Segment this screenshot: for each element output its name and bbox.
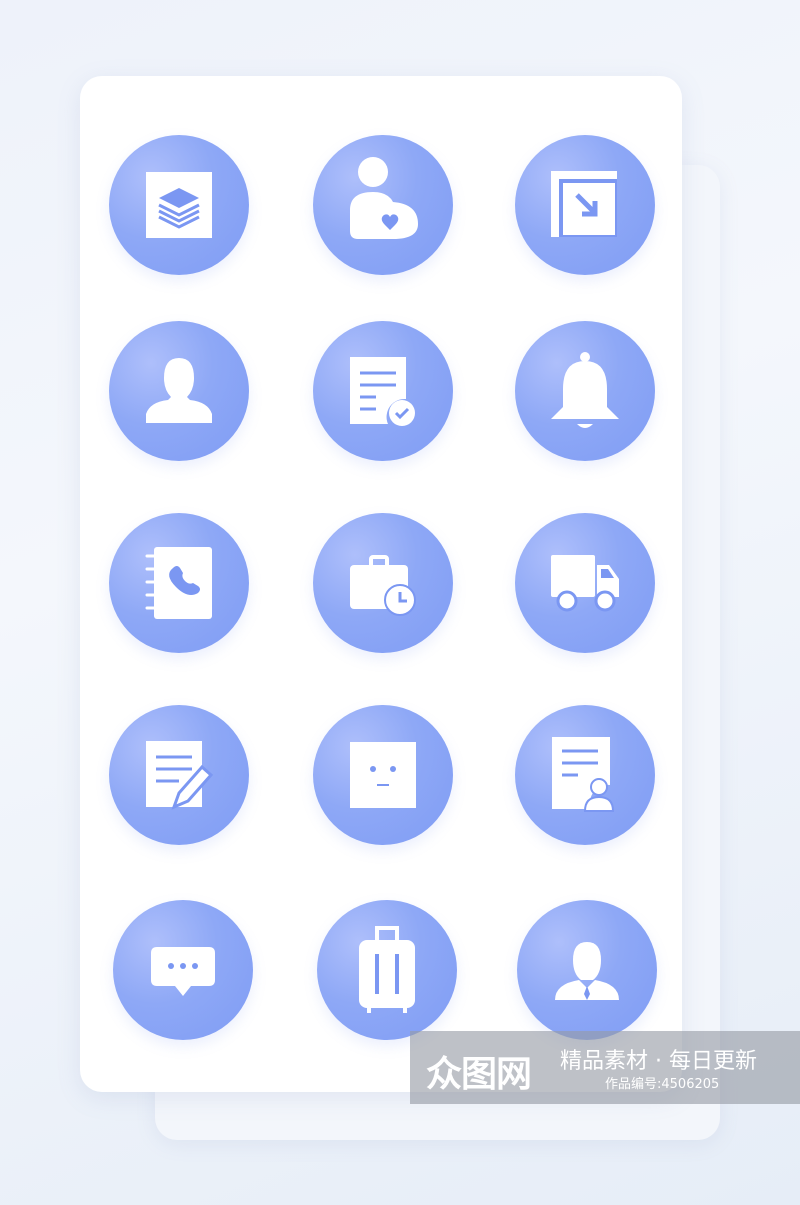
layers-icon-button[interactable] [109, 135, 249, 275]
user-icon-button[interactable] [109, 321, 249, 461]
luggage-icon [359, 926, 415, 1013]
briefcase-clock-icon-button[interactable] [313, 513, 453, 653]
note-edit-icon-button[interactable] [109, 705, 249, 845]
watermark: 众图网 精品素材 · 每日更新 作品编号:4506205 [410, 1031, 800, 1104]
truck-icon [551, 555, 619, 612]
watermark-logo: 众图网 [426, 1054, 532, 1095]
user-icon [146, 358, 212, 423]
arrow-in-box-icon-button[interactable] [515, 135, 655, 275]
phonebook-icon-button[interactable] [109, 513, 249, 653]
user-heart-icon-button[interactable] [313, 135, 453, 275]
chat-icon [151, 947, 215, 996]
bell-icon-button[interactable] [515, 321, 655, 461]
document-check-icon-button[interactable] [313, 321, 453, 461]
user-heart-icon [350, 157, 418, 239]
arrow-in-box-icon [551, 171, 617, 237]
businessman-icon [555, 942, 619, 1000]
document-check-icon [350, 357, 415, 426]
luggage-icon-button[interactable] [317, 900, 457, 1040]
face-icon-button[interactable] [313, 705, 453, 845]
businessman-icon-button[interactable] [517, 900, 657, 1040]
watermark-slogan: 精品素材 · 每日更新 [560, 1049, 757, 1074]
chat-icon-button[interactable] [113, 900, 253, 1040]
layers-icon [146, 172, 212, 238]
face-icon [350, 742, 416, 808]
briefcase-clock-icon [350, 555, 416, 616]
phonebook-icon [145, 547, 212, 619]
document-user-icon [552, 737, 615, 812]
bell-icon [551, 352, 619, 428]
watermark-code: 作品编号:4506205 [605, 1077, 720, 1092]
document-user-icon-button[interactable] [515, 705, 655, 845]
truck-icon-button[interactable] [515, 513, 655, 653]
note-edit-icon [146, 741, 214, 810]
